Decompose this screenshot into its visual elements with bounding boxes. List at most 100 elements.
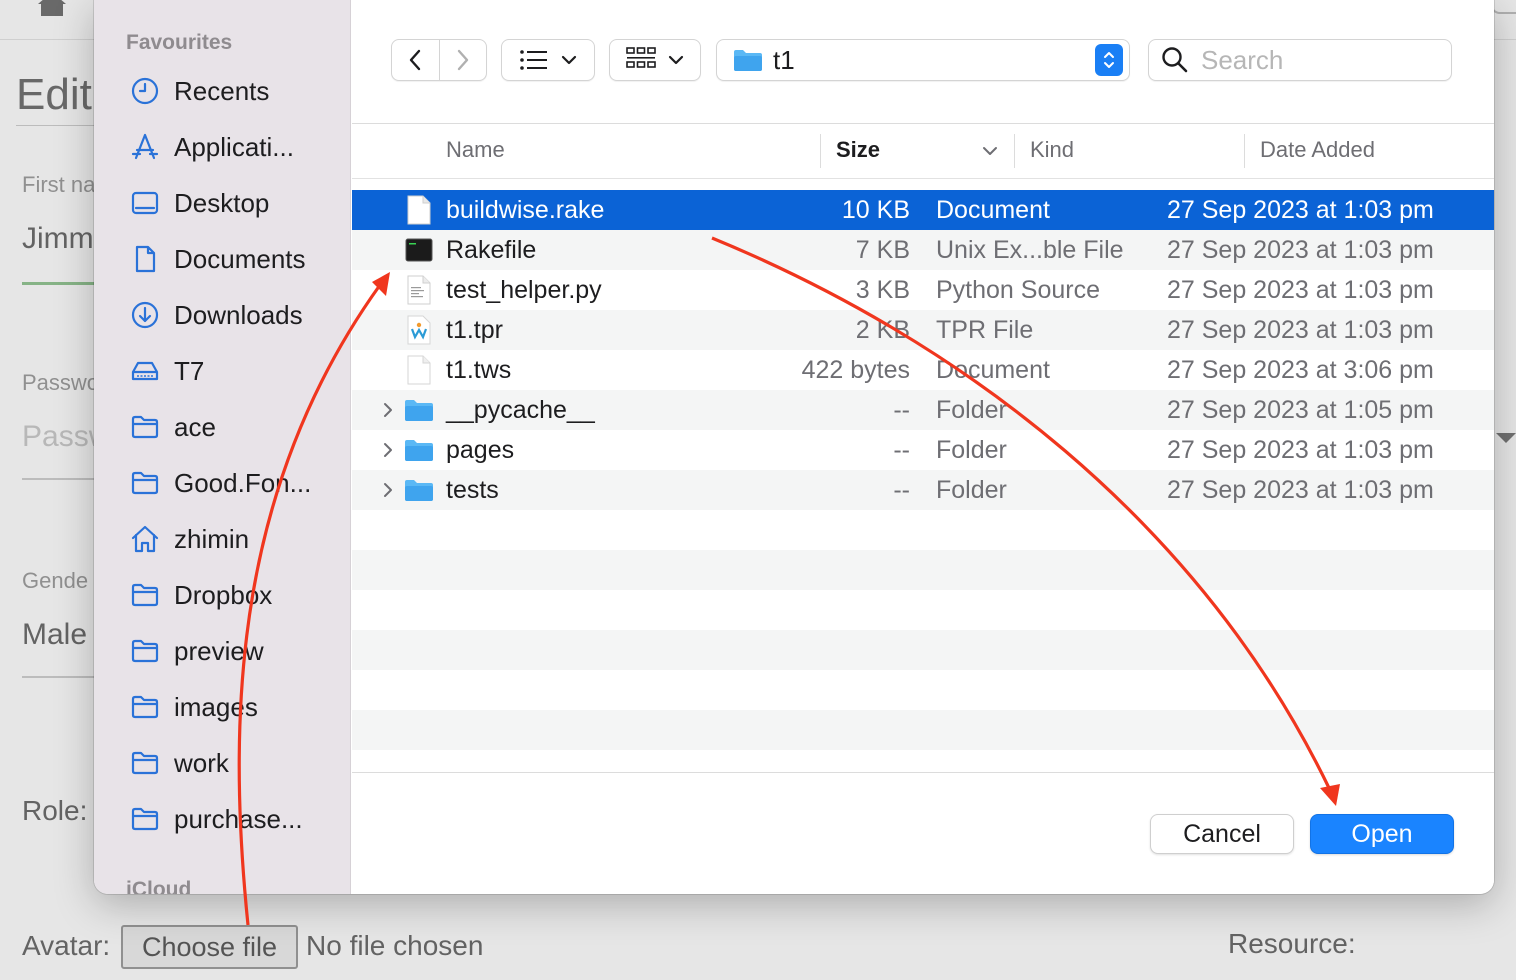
group-by-button[interactable]: [609, 39, 701, 81]
folder-icon: [130, 748, 160, 778]
applications-icon: [130, 132, 160, 162]
file-row[interactable]: buildwise.rake 10 KB Document 27 Sep 2023 a…: [352, 190, 1494, 230]
toolbar-separator: [352, 123, 1494, 124]
sidebar-item-dropbox[interactable]: Dropbox: [94, 567, 351, 623]
folder-icon: [130, 692, 160, 722]
file-kind: Document: [936, 356, 1050, 384]
footer-separator: [352, 772, 1494, 773]
file-icon: [404, 274, 434, 306]
folder-icon: [404, 474, 434, 506]
open-button[interactable]: Open: [1310, 814, 1454, 854]
sidebar-item-label: Dropbox: [174, 579, 273, 610]
chevron-left-icon: [410, 49, 421, 71]
sidebar-item-t7[interactable]: T7: [94, 343, 351, 399]
file-row[interactable]: __pycache__ -- Folder 27 Sep 2023 at 1:05 p…: [352, 390, 1494, 430]
disclosure-chevron-icon[interactable]: [380, 400, 396, 420]
sidebar-item-label: zhimin: [174, 523, 250, 554]
file-name: Rakefile: [446, 236, 537, 264]
empty-row: [352, 630, 1494, 670]
file-list: buildwise.rake 10 KB Document 27 Sep 2023 a…: [352, 190, 1494, 750]
sidebar-item-recents[interactable]: Recents: [94, 63, 351, 119]
sidebar-item-label: T7: [174, 355, 205, 386]
location-stepper[interactable]: [1095, 44, 1123, 76]
sidebar-item-purchase[interactable]: purchase...: [94, 791, 351, 847]
file-kind: TPR File: [936, 316, 1034, 344]
sidebar-item-label: images: [174, 691, 258, 722]
disclosure-chevron-icon[interactable]: [380, 480, 396, 500]
sidebar-item-label: preview: [174, 635, 264, 666]
sidebar-item-label: Downloads: [174, 299, 303, 330]
sidebar-item-good-fon[interactable]: Good.Fon...: [94, 455, 351, 511]
column-header-kind[interactable]: Kind: [1030, 126, 1230, 174]
file-row[interactable]: pages -- Folder 27 Sep 2023 at 1:03 pm: [352, 430, 1494, 470]
file-date-added: 27 Sep 2023 at 1:05 pm: [1167, 396, 1434, 424]
file-size: 422 bytes: [801, 356, 910, 384]
sidebar-item-documents[interactable]: Documents: [94, 231, 351, 287]
file-kind: Folder: [936, 436, 1007, 464]
dialog-main: t1 Name Size Kind Date Added buil: [352, 0, 1494, 894]
sidebar-item-desktop[interactable]: Desktop: [94, 175, 351, 231]
search-input[interactable]: [1201, 44, 1441, 76]
file-name: t1.tpr: [446, 316, 503, 344]
sidebar-item-work[interactable]: work: [94, 735, 351, 791]
sidebar-item-downloads[interactable]: Downloads: [94, 287, 351, 343]
file-row[interactable]: Rakefile 7 KB Unix Ex...ble File 27 Sep 202…: [352, 230, 1494, 270]
folder-icon: [130, 580, 160, 610]
sidebar-item-preview[interactable]: preview: [94, 623, 351, 679]
file-icon: [404, 194, 434, 226]
file-row[interactable]: tests -- Folder 27 Sep 2023 at 1:03 pm: [352, 470, 1494, 510]
sidebar-item-applicati[interactable]: Applicati...: [94, 119, 351, 175]
file-open-dialog: Favourites Recents Applicati... Desktop Doc…: [94, 0, 1494, 894]
sidebar-item-label: Documents: [174, 243, 306, 274]
file-kind: Folder: [936, 476, 1007, 504]
folder-icon: [404, 394, 434, 426]
desktop-icon: [130, 188, 160, 218]
drive-icon: [130, 356, 160, 386]
folder-icon: [130, 804, 160, 834]
sidebar-item-ace[interactable]: ace: [94, 399, 351, 455]
home-icon: [130, 524, 160, 554]
disclosure-chevron-icon[interactable]: [380, 440, 396, 460]
list-view-icon: [520, 50, 547, 70]
file-name: t1.tws: [446, 356, 512, 384]
file-kind: Unix Ex...ble File: [936, 236, 1124, 264]
sidebar-item-zhimin[interactable]: zhimin: [94, 511, 351, 567]
empty-row: [352, 550, 1494, 590]
file-icon: [404, 314, 434, 346]
empty-row: [352, 590, 1494, 630]
column-header-size[interactable]: Size: [836, 126, 966, 174]
search-field[interactable]: [1148, 39, 1452, 81]
file-name: tests: [446, 476, 499, 504]
file-size: --: [893, 396, 910, 424]
chevron-right-icon: [457, 49, 468, 71]
folder-icon: [734, 50, 762, 71]
file-icon: [404, 354, 434, 386]
file-row[interactable]: t1.tpr 2 KB TPR File 27 Sep 2023 at 1:03 pm: [352, 310, 1494, 350]
file-kind: Python Source: [936, 276, 1100, 304]
column-divider: [1014, 134, 1015, 168]
column-header-date-added[interactable]: Date Added: [1260, 126, 1480, 174]
header-separator: [352, 178, 1494, 179]
file-row[interactable]: test_helper.py 3 KB Python Source 27 Sep 20…: [352, 270, 1494, 310]
dialog-sidebar: Favourites Recents Applicati... Desktop Doc…: [94, 0, 351, 894]
sidebar-item-label: Applicati...: [174, 131, 294, 162]
current-folder-label: t1: [773, 44, 795, 75]
file-name: test_helper.py: [446, 276, 602, 304]
back-button[interactable]: [392, 40, 439, 80]
location-popup[interactable]: t1: [716, 39, 1130, 81]
file-size: --: [893, 476, 910, 504]
forward-button[interactable]: [439, 40, 486, 80]
view-mode-button[interactable]: [501, 39, 595, 81]
file-date-added: 27 Sep 2023 at 1:03 pm: [1167, 436, 1434, 464]
chevron-down-icon: [561, 55, 577, 65]
file-row[interactable]: t1.tws 422 bytes Document 27 Sep 2023 at 3:…: [352, 350, 1494, 390]
sort-descending-icon[interactable]: [982, 146, 998, 156]
cancel-button[interactable]: Cancel: [1150, 814, 1294, 854]
file-size: 10 KB: [841, 196, 910, 224]
column-header-name[interactable]: Name: [446, 126, 726, 174]
empty-row: [352, 710, 1494, 750]
download-icon: [130, 300, 160, 330]
sidebar-item-images[interactable]: images: [94, 679, 351, 735]
empty-row: [352, 510, 1494, 550]
file-name: buildwise.rake: [446, 196, 605, 224]
